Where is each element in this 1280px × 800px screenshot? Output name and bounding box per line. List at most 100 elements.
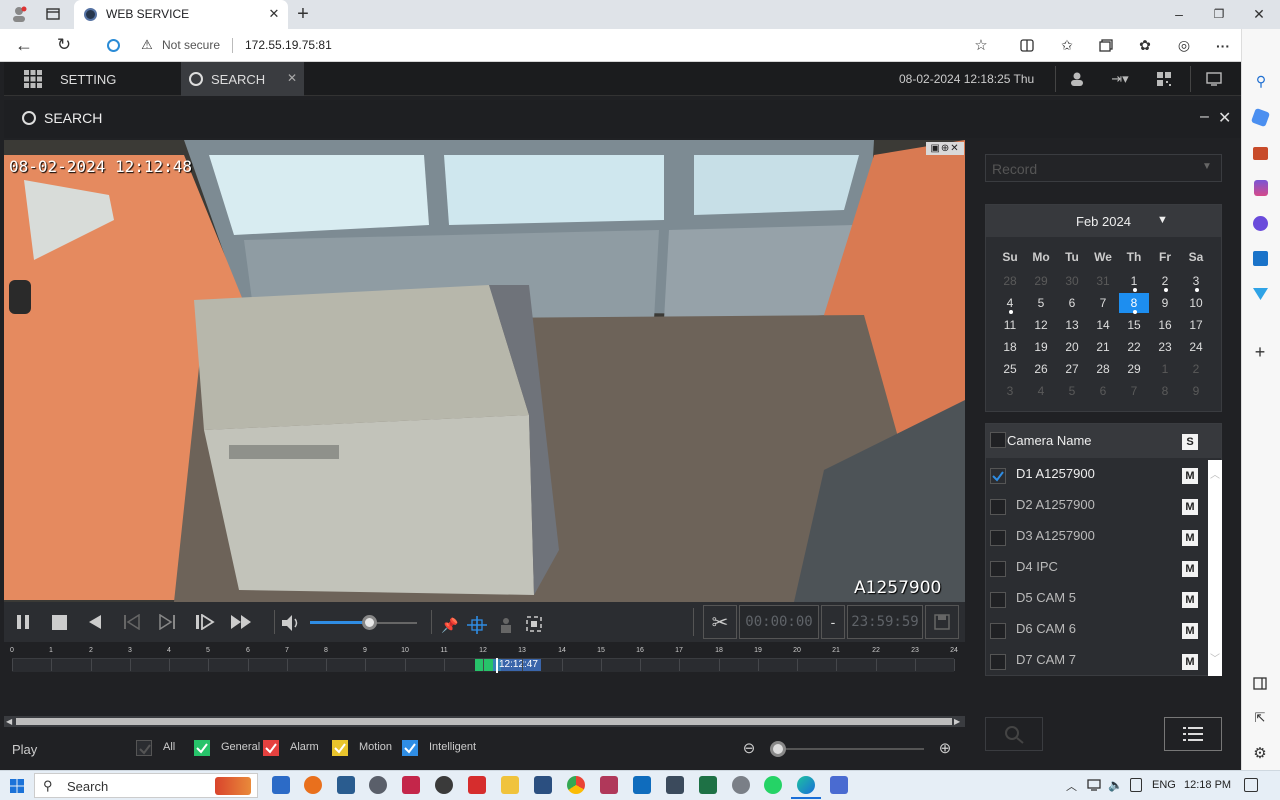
sidebar-search-icon[interactable]: ⚲	[1252, 72, 1270, 90]
profile-icon[interactable]	[8, 5, 30, 23]
calendar-day-other-month[interactable]: 6	[1088, 381, 1118, 401]
calendar-day-other-month[interactable]: 3	[995, 381, 1025, 401]
calendar-day-other-month[interactable]: 29	[1026, 271, 1056, 291]
camera-checkbox[interactable]	[990, 654, 1006, 670]
camera-name[interactable]: D4 IPC	[1016, 559, 1058, 574]
previous-frame-button[interactable]	[123, 613, 141, 631]
split-screen-icon[interactable]	[1018, 37, 1036, 54]
calendar-day[interactable]: 7	[1088, 293, 1118, 313]
taskbar-search-box[interactable]: ⚲ Search	[34, 773, 258, 798]
address-bar[interactable]: ⚠ Not secure 172.55.19.75:81 ☆	[92, 33, 1006, 58]
taskbar-app-icon[interactable]	[337, 776, 355, 794]
filter-checkbox[interactable]	[332, 740, 348, 756]
timeline-ruler[interactable]: 12:12:47 0 1 2 3 4 5 6 7 8 9 10 11 12 13 14 15 16 17 18 19 2…	[10, 644, 958, 674]
calendar-day[interactable]: 12	[1026, 315, 1056, 335]
camera-checkbox[interactable]	[990, 592, 1006, 608]
camera-multi-button[interactable]: M	[1182, 654, 1198, 670]
collections-icon[interactable]	[1097, 37, 1115, 54]
volume-muted-icon[interactable]: 🔈	[1108, 778, 1124, 792]
minimize-window-button[interactable]: –	[1170, 6, 1188, 22]
camera-multi-button[interactable]: M	[1182, 530, 1198, 546]
calendar-day[interactable]: 23	[1150, 337, 1180, 357]
taskbar-app-icon[interactable]	[666, 776, 684, 794]
battery-icon[interactable]	[1130, 778, 1142, 792]
search-tab[interactable]: SEARCH ✕	[181, 62, 304, 96]
save-clip-button[interactable]	[925, 605, 959, 639]
calendar-day-other-month[interactable]: 30	[1057, 271, 1087, 291]
calendar-day-other-month[interactable]: 31	[1088, 271, 1118, 291]
calendar-day[interactable]: 15	[1119, 315, 1149, 335]
windows-start-icon[interactable]	[10, 779, 24, 793]
smart-search-button[interactable]	[985, 717, 1043, 751]
taskbar-app-icon[interactable]	[272, 776, 290, 794]
extensions-icon[interactable]: ✿	[1136, 37, 1154, 54]
calendar-day[interactable]: 6	[1057, 293, 1087, 313]
calendar-day[interactable]: 19	[1026, 337, 1056, 357]
camera-checkbox[interactable]	[990, 468, 1006, 484]
file-list-button[interactable]	[1164, 717, 1222, 751]
next-frame-button[interactable]	[158, 613, 176, 631]
calendar-day-other-month[interactable]: 7	[1119, 381, 1149, 401]
calendar-month-label[interactable]: Feb 2024	[1076, 214, 1131, 229]
scroll-up-icon[interactable]: ︿	[1210, 466, 1220, 481]
calendar-day[interactable]: 20	[1057, 337, 1087, 357]
month-dropdown-icon[interactable]: ▼	[1157, 214, 1168, 226]
camera-name[interactable]: D1 A1257900	[1016, 466, 1095, 481]
calendar-day-other-month[interactable]: 1	[1150, 359, 1180, 379]
clip-scissors-button[interactable]: ✂	[703, 605, 737, 639]
taskbar-app-icon[interactable]	[468, 776, 486, 794]
clip-end-time[interactable]: 23:59:59	[847, 605, 923, 639]
new-tab-button[interactable]: +	[293, 3, 313, 25]
tab-actions-icon[interactable]	[44, 6, 62, 22]
favorites-icon[interactable]: ✩	[1058, 37, 1076, 54]
chrome-icon[interactable]	[567, 776, 585, 794]
zoom-slider-track[interactable]	[770, 748, 924, 750]
refresh-icon[interactable]: ↻	[54, 35, 74, 54]
record-type-select[interactable]: Record ▼	[985, 154, 1222, 182]
excel-icon[interactable]	[699, 776, 717, 794]
calendar-day-other-month[interactable]: 5	[1057, 381, 1087, 401]
tab-close-icon[interactable]: ✕	[266, 6, 282, 22]
pin-icon[interactable]: 📌	[441, 616, 459, 634]
taskbar-app-icon[interactable]	[402, 776, 420, 794]
notifications-icon[interactable]	[1244, 778, 1258, 792]
camera-multi-button[interactable]: M	[1182, 561, 1198, 577]
sync-all-button[interactable]: S	[1182, 434, 1198, 450]
calendar-day[interactable]: 11	[995, 315, 1025, 335]
camera-name[interactable]: D3 A1257900	[1016, 528, 1095, 543]
calendar-day-other-month[interactable]: 4	[1026, 381, 1056, 401]
camera-multi-button[interactable]: M	[1182, 468, 1198, 484]
calendar-day[interactable]: 16	[1150, 315, 1180, 335]
stop-button[interactable]	[52, 615, 67, 630]
reverse-play-button[interactable]	[87, 614, 103, 630]
camera-multi-button[interactable]: M	[1182, 592, 1198, 608]
sidebar-outlook-icon[interactable]	[1253, 251, 1268, 266]
taskbar-app-icon[interactable]	[830, 776, 848, 794]
camera-checkbox[interactable]	[990, 561, 1006, 577]
tray-chevron-icon[interactable]: ︿	[1066, 778, 1077, 794]
pause-button[interactable]	[16, 614, 30, 630]
calendar-day[interactable]: 17	[1181, 315, 1211, 335]
fullscreen-screen-icon[interactable]	[1206, 71, 1222, 87]
select-all-cameras-checkbox[interactable]	[990, 432, 1006, 448]
user-icon[interactable]	[1069, 71, 1085, 87]
taskbar-app-icon[interactable]	[600, 776, 618, 794]
setting-tab[interactable]: SETTING	[60, 72, 116, 87]
volume-icon[interactable]	[281, 614, 301, 632]
calendar-day[interactable]: 29	[1119, 359, 1149, 379]
filter-checkbox[interactable]	[194, 740, 210, 756]
calendar-day[interactable]: 24	[1181, 337, 1211, 357]
smart-search-icon[interactable]	[466, 615, 488, 635]
url-text[interactable]: 172.55.19.75:81	[245, 38, 332, 52]
calendar-day[interactable]: 10	[1181, 293, 1211, 313]
taskbar-app-icon[interactable]	[369, 776, 387, 794]
sidebar-open-external-icon[interactable]: ⇱	[1251, 709, 1269, 727]
calendar-day[interactable]: 13	[1057, 315, 1087, 335]
zoom-out-icon[interactable]: ⊖	[740, 739, 758, 757]
volume-slider-handle[interactable]	[362, 615, 377, 630]
camera-list-scrollbar[interactable]: ︿ ﹀	[1208, 460, 1222, 676]
fast-forward-button[interactable]	[230, 614, 252, 630]
taskbar-clock[interactable]: 12:18 PM	[1184, 779, 1231, 791]
calendar-day-other-month[interactable]: 2	[1181, 359, 1211, 379]
edge-icon[interactable]	[797, 776, 815, 794]
